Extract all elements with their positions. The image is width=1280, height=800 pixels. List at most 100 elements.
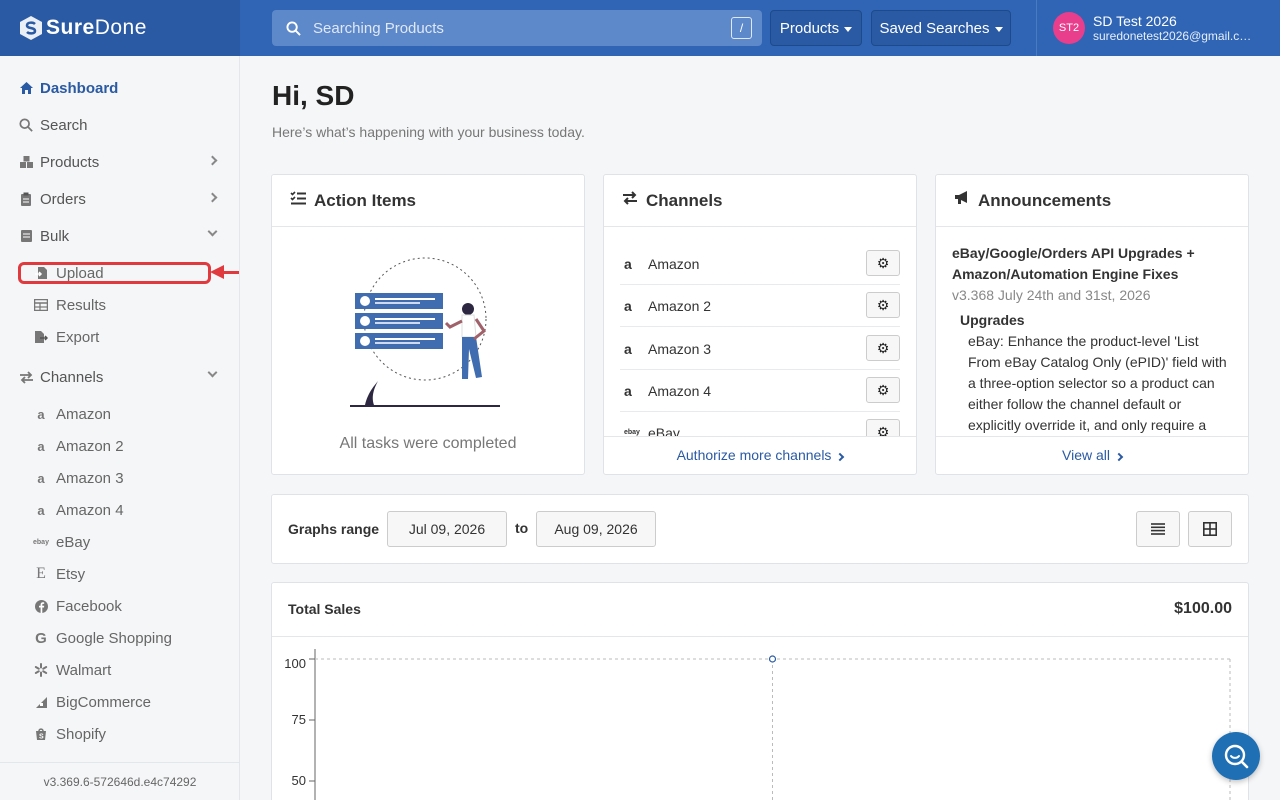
channel-row-amazon[interactable]: a Amazon ⚙	[620, 243, 900, 285]
sidebar-channel-shopify[interactable]: S Shopify	[0, 720, 239, 748]
y-tick-label: 75	[291, 712, 306, 727]
sidebar-channel-google-shopping[interactable]: G Google Shopping	[0, 624, 239, 652]
sidebar: Dashboard Search Products Orders Bulk Up…	[0, 56, 240, 800]
sidebar-item-label: Channels	[40, 368, 104, 386]
range-start-date[interactable]: Jul 09, 2026	[387, 511, 507, 547]
sidebar-item-label: Amazon	[56, 405, 112, 423]
grid-icon	[1203, 522, 1217, 536]
sidebar-item-bulk[interactable]: Bulk	[0, 221, 239, 251]
channel-settings-button[interactable]: ⚙	[866, 419, 900, 436]
channel-settings-button[interactable]: ⚙	[866, 335, 900, 361]
product-search-box[interactable]: /	[272, 10, 762, 46]
sidebar-item-label: Bulk	[40, 227, 70, 245]
amazon-icon: a	[37, 502, 45, 518]
action-items-card: Action Items All tasks were completed	[271, 174, 585, 475]
gear-icon: ⚙	[876, 423, 890, 437]
sidebar-item-label: Walmart	[56, 661, 112, 679]
channel-settings-button[interactable]: ⚙	[866, 292, 900, 318]
list-view-button[interactable]	[1136, 511, 1180, 547]
authorize-channels-link[interactable]: Authorize more channels	[604, 436, 916, 474]
sidebar-channel-ebay[interactable]: ebay eBay	[0, 528, 239, 556]
sidebar-item-channels[interactable]: Channels	[0, 362, 239, 392]
amazon-icon: a	[624, 297, 632, 314]
divider	[272, 636, 1248, 637]
chat-launcher-button[interactable]	[1212, 732, 1260, 780]
sidebar-subitem-export[interactable]: Export	[0, 323, 239, 351]
y-tick-label: 100	[284, 656, 306, 671]
walmart-icon	[34, 663, 48, 677]
y-tick-label: 50	[291, 773, 306, 788]
announcement-date: v3.368 July 24th and 31st, 2026	[952, 287, 1151, 303]
sidebar-item-label: Dashboard	[40, 79, 119, 97]
sidebar-item-search[interactable]: Search	[0, 110, 239, 140]
channel-row-amazon-3[interactable]: a Amazon 3 ⚙	[620, 328, 900, 370]
sidebar-item-label: Etsy	[56, 565, 86, 583]
card-title: Action Items	[314, 190, 417, 210]
ebay-icon: ebay	[624, 429, 640, 436]
sidebar-item-label: BigCommerce	[56, 693, 152, 711]
saved-searches-dropdown-button[interactable]: Saved Searches	[871, 10, 1011, 46]
products-button-label: Products	[779, 19, 840, 37]
page-subtitle: Here’s what’s happening with your busine…	[272, 124, 585, 140]
products-dropdown-button[interactable]: Products	[770, 10, 862, 46]
grid-view-button[interactable]	[1188, 511, 1232, 547]
range-end-date[interactable]: Aug 09, 2026	[536, 511, 656, 547]
sidebar-item-dashboard[interactable]: Dashboard	[0, 73, 239, 103]
user-menu[interactable]: ST2 SD Test 2026 suredonetest2026@gmail.…	[1036, 0, 1280, 56]
card-title: Channels	[646, 190, 723, 210]
channel-row-amazon-4[interactable]: a Amazon 4 ⚙	[620, 370, 900, 412]
sidebar-channel-amazon-4[interactable]: a Amazon 4	[0, 496, 239, 524]
channel-name: Amazon 2	[648, 297, 712, 314]
sidebar-channel-amazon[interactable]: a Amazon	[0, 400, 239, 428]
sidebar-item-label: Search	[40, 116, 88, 134]
announcements-card: Announcements eBay/Google/Orders API Upg…	[935, 174, 1249, 475]
amazon-icon: a	[624, 255, 632, 272]
amazon-icon: a	[624, 382, 632, 399]
amazon-icon: a	[37, 438, 45, 454]
sidebar-channel-walmart[interactable]: Walmart	[0, 656, 239, 684]
sidebar-item-label: Products	[40, 153, 100, 171]
svg-text:S: S	[39, 734, 44, 741]
sidebar-item-label: eBay	[56, 533, 91, 551]
page-title: Hi, SD	[272, 80, 355, 111]
chevron-down-icon	[207, 367, 218, 378]
channel-row-ebay[interactable]: ebay eBay ⚙	[620, 412, 900, 436]
channel-settings-button[interactable]: ⚙	[866, 250, 900, 276]
sidebar-item-products[interactable]: Products	[0, 147, 239, 177]
search-input[interactable]	[313, 19, 713, 37]
graphs-range-label: Graphs range	[288, 521, 380, 537]
amazon-icon: a	[37, 470, 45, 486]
google-icon: G	[35, 629, 47, 647]
channels-card: Channels a Amazon ⚙ a Amazon 2 ⚙ a Amazo…	[603, 174, 917, 475]
gear-icon: ⚙	[876, 296, 890, 313]
suredone-logo-icon	[20, 16, 42, 40]
tasks-completed-illustration	[350, 257, 500, 407]
data-point[interactable]	[768, 655, 777, 663]
sidebar-item-label: Google Shopping	[56, 629, 172, 647]
card-header: Action Items	[272, 175, 584, 227]
chevron-right-icon	[207, 155, 218, 166]
brand-logo-area[interactable]: SureDone	[0, 0, 240, 56]
arrow-left-icon	[210, 265, 224, 279]
sidebar-channel-etsy[interactable]: E Etsy	[0, 560, 239, 588]
channel-row-amazon-2[interactable]: a Amazon 2 ⚙	[620, 285, 900, 327]
announcement-section: Upgrades	[960, 312, 1025, 328]
sidebar-channel-amazon-2[interactable]: a Amazon 2	[0, 432, 239, 460]
channel-settings-button[interactable]: ⚙	[866, 377, 900, 403]
view-all-link[interactable]: View all	[936, 436, 1248, 474]
sidebar-subitem-results[interactable]: Results	[0, 291, 239, 319]
facebook-icon	[34, 599, 48, 613]
upload-highlight-annotation	[18, 262, 211, 284]
sidebar-item-orders[interactable]: Orders	[0, 184, 239, 214]
announcement-headline: eBay/Google/Orders API Upgrades + Amazon…	[952, 245, 1195, 282]
user-name: SD Test 2026	[1093, 13, 1177, 29]
sidebar-channel-amazon-3[interactable]: a Amazon 3	[0, 464, 239, 492]
chevron-right-icon	[836, 452, 845, 462]
link-label: Authorize more channels	[676, 447, 832, 463]
channel-name: Amazon 3	[648, 340, 712, 357]
sidebar-channel-facebook[interactable]: Facebook	[0, 592, 239, 620]
search-icon	[286, 20, 301, 36]
brand-name: SureDone	[46, 16, 147, 39]
announcement-body: eBay: Enhance the product-level 'List Fr…	[968, 333, 1227, 433]
sidebar-channel-bigcommerce[interactable]: BigCommerce	[0, 688, 239, 716]
